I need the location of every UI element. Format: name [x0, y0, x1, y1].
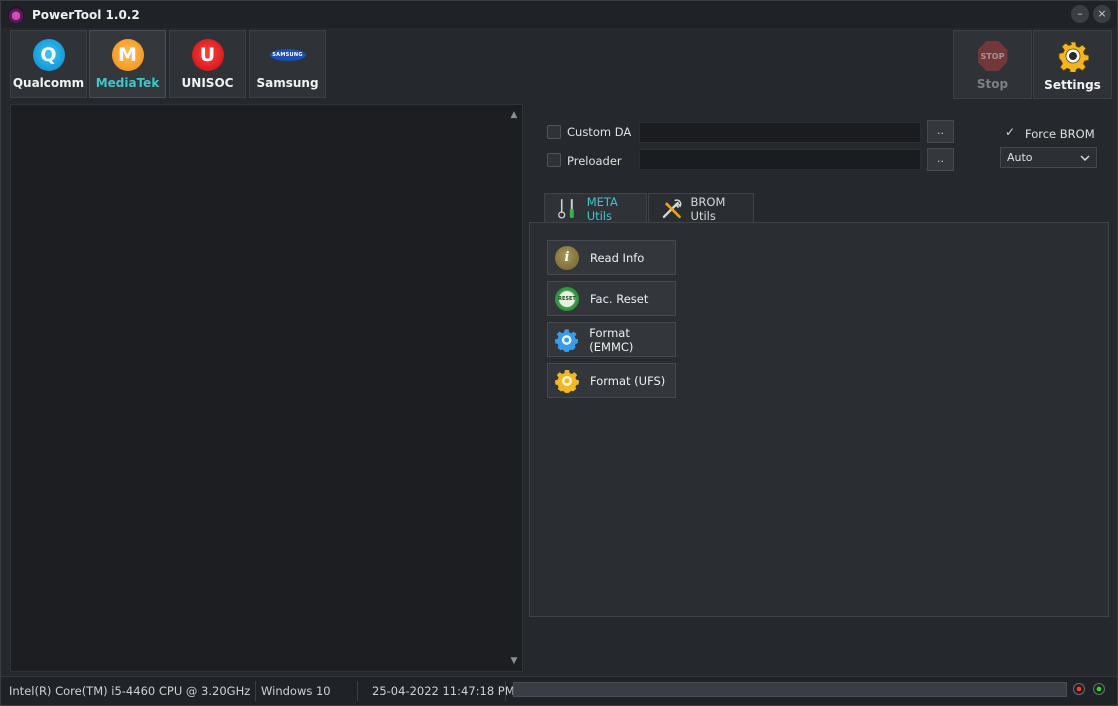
- status-separator: [255, 681, 256, 701]
- status-separator: [505, 681, 506, 701]
- mode-dropdown[interactable]: Auto: [1000, 147, 1097, 168]
- gear-icon: [1058, 41, 1089, 72]
- qualcomm-logo-icon: Q: [32, 39, 65, 71]
- preloader-browse-button[interactable]: ..: [927, 148, 954, 171]
- status-separator: [357, 681, 358, 701]
- scroll-up-icon[interactable]: ▲: [507, 109, 521, 121]
- action-label: Format (UFS): [590, 373, 666, 388]
- tab-label: BROM Utils: [690, 194, 726, 223]
- custom-da-browse-button[interactable]: ..: [927, 120, 954, 143]
- chevron-down-icon: [1080, 155, 1090, 161]
- reset-icon: RESET: [555, 286, 579, 311]
- vendor-button-samsung[interactable]: SAMSUNG Samsung: [249, 30, 326, 98]
- custom-da-label: Custom DA: [567, 125, 632, 139]
- cpu-info: Intel(R) Core(TM) i5-4460 CPU @ 3.20GHz: [9, 684, 251, 698]
- custom-da-input[interactable]: [639, 122, 921, 143]
- stop-label: Stop: [976, 77, 1009, 91]
- tools-icon: [558, 198, 574, 219]
- close-button[interactable]: ×: [1093, 5, 1111, 23]
- format-emmc-button[interactable]: Format (EMMC): [547, 322, 676, 357]
- vendor-button-mediatek[interactable]: M MediaTek: [89, 30, 166, 98]
- factory-reset-button[interactable]: RESET Fac. Reset: [547, 281, 676, 316]
- red-status-led-icon: [1073, 683, 1085, 695]
- minimize-button[interactable]: –: [1071, 5, 1089, 23]
- vendor-label: UNISOC: [181, 76, 234, 90]
- stop-icon: STOP: [977, 41, 1008, 71]
- preloader-input[interactable]: [639, 149, 921, 170]
- vendor-label: MediaTek: [95, 76, 160, 90]
- action-label: Fac. Reset: [590, 291, 649, 306]
- format-ufs-button[interactable]: Format (UFS): [547, 363, 676, 398]
- title-bar: PowerTool 1.0.2 – ×: [1, 1, 1117, 28]
- tab-label: META Utils: [586, 194, 618, 223]
- wrench-screwdriver-icon: [662, 198, 682, 218]
- scroll-down-icon[interactable]: ▼: [507, 655, 521, 667]
- info-icon: i: [555, 245, 579, 270]
- vendor-label: Qualcomm: [12, 76, 85, 90]
- blue-gear-icon: [555, 328, 579, 352]
- mode-selected-value: Auto: [1007, 151, 1033, 164]
- settings-button[interactable]: Settings: [1033, 30, 1112, 99]
- action-label: Read Info: [590, 250, 645, 265]
- tab-brom-utils[interactable]: BROM Utils: [648, 193, 754, 223]
- log-panel[interactable]: ▲ ▼: [10, 104, 523, 672]
- force-brom-checkbox[interactable]: ✓: [1005, 126, 1018, 139]
- green-status-led-icon: [1093, 683, 1105, 695]
- yellow-gear-icon: [555, 369, 579, 393]
- mediatek-logo-icon: M: [111, 39, 144, 71]
- preloader-label: Preloader: [567, 154, 622, 168]
- samsung-logo-icon: SAMSUNG: [269, 49, 306, 61]
- datetime: 25-04-2022 11:47:18 PM: [372, 684, 515, 698]
- progress-bar: [513, 682, 1067, 697]
- custom-da-checkbox[interactable]: [547, 125, 561, 139]
- app-logo-icon: [8, 6, 24, 23]
- tab-meta-utils[interactable]: META Utils: [544, 193, 647, 223]
- settings-label: Settings: [1044, 78, 1101, 92]
- unisoc-logo-icon: U: [191, 39, 224, 71]
- vendor-button-unisoc[interactable]: U UNISOC: [169, 30, 246, 98]
- force-brom-label: Force BROM: [1025, 127, 1095, 141]
- stop-button[interactable]: STOP Stop: [953, 30, 1032, 99]
- action-label: Format (EMMC): [589, 325, 634, 354]
- app-window: PowerTool 1.0.2 – × Q Qualcomm M MediaTe…: [0, 0, 1118, 706]
- window-title: PowerTool 1.0.2: [32, 7, 140, 22]
- preloader-checkbox[interactable]: [547, 153, 561, 167]
- os-info: Windows 10: [261, 684, 331, 698]
- read-info-button[interactable]: i Read Info: [547, 240, 676, 275]
- vendor-button-qualcomm[interactable]: Q Qualcomm: [10, 30, 87, 98]
- status-bar: Intel(R) Core(TM) i5-4460 CPU @ 3.20GHz …: [1, 676, 1117, 705]
- vendor-label: Samsung: [256, 76, 319, 90]
